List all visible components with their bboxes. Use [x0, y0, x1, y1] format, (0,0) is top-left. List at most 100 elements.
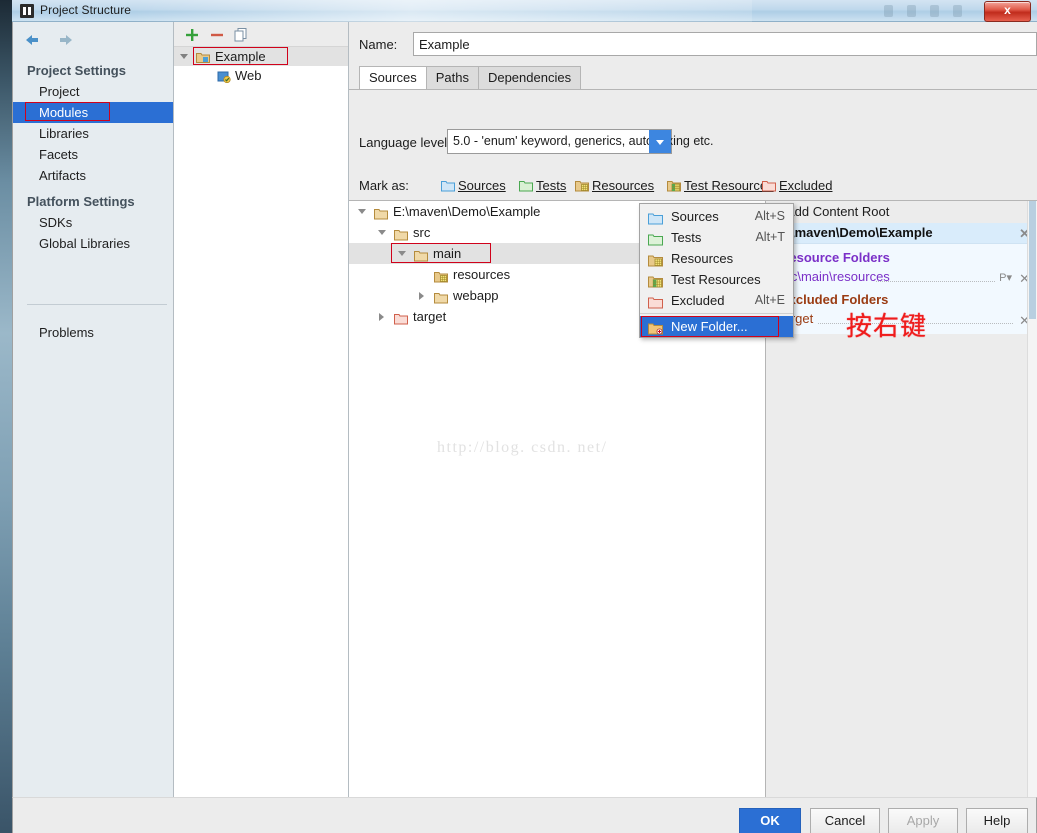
- folder-resources-icon: [648, 252, 663, 267]
- content-roots-scrollbar[interactable]: [1027, 201, 1037, 816]
- context-menu-item-shortcut: Alt+T: [755, 230, 785, 244]
- tree-row-label: src: [413, 225, 431, 240]
- module-name-input[interactable]: [413, 32, 1037, 56]
- folder-tan-icon: [374, 205, 388, 220]
- forward-arrow-icon[interactable]: [55, 30, 77, 50]
- context-menu-item-resources[interactable]: Resources: [640, 248, 793, 269]
- modules-highlight-box: [25, 102, 110, 121]
- chevron-down-icon[interactable]: [378, 230, 386, 235]
- context-menu-item-shortcut: Alt+E: [754, 293, 785, 307]
- module-tabs: Sources Paths Dependencies: [359, 66, 582, 90]
- apply-button: Apply: [888, 808, 958, 833]
- module-list-column: Example Web: [174, 22, 349, 797]
- desktop-smudge-icon: [953, 5, 962, 17]
- folder-red-icon: [394, 310, 408, 325]
- chevron-right-icon[interactable]: [379, 313, 384, 321]
- sidebar-group-project-settings: Project Settings: [27, 63, 126, 78]
- sidebar-item-project[interactable]: Project: [13, 81, 173, 102]
- folder-red-icon: [762, 180, 776, 192]
- context-menu-item-label: Sources: [671, 209, 719, 224]
- module-tree-label: Example: [215, 49, 266, 64]
- context-menu-separator: [640, 313, 793, 314]
- module-tree-row-web[interactable]: Web: [174, 66, 348, 85]
- module-tree-row-example[interactable]: Example: [174, 47, 348, 66]
- dotted-leader: [876, 280, 995, 282]
- context-menu-item-excluded[interactable]: Excluded Alt+E: [640, 290, 793, 311]
- folder-blue-icon: [648, 210, 663, 225]
- content-roots-panel: Add Content Root E:\maven\Demo\Example ✕…: [766, 200, 1037, 817]
- desktop-smudge-icon: [884, 5, 893, 17]
- sidebar-item-facets[interactable]: Facets: [13, 144, 173, 165]
- annotation-right-click: 按右键: [846, 312, 928, 342]
- context-menu-item-test-resources[interactable]: Test Resources: [640, 269, 793, 290]
- folder-resources-icon: [575, 180, 589, 192]
- chevron-down-icon[interactable]: [649, 130, 671, 153]
- resource-folder-entry[interactable]: src\main\resources P▾ ✕: [766, 267, 1037, 286]
- tab-dependencies[interactable]: Dependencies: [477, 66, 582, 89]
- context-menu-item-shortcut: Alt+S: [754, 209, 785, 223]
- folder-tan-icon: [434, 289, 448, 304]
- add-content-root-button[interactable]: Add Content Root: [766, 201, 1037, 223]
- titlebar-glass-highlight: [132, 0, 752, 22]
- scrollbar-thumb[interactable]: [1029, 201, 1036, 319]
- window-titlebar: Project Structure x: [12, 0, 1037, 22]
- chevron-down-icon[interactable]: [180, 54, 188, 59]
- mark-as-label: Mark as:: [359, 178, 409, 193]
- mark-as-test-resources-label: Test Resources: [684, 178, 774, 193]
- module-tree-label: Web: [235, 68, 262, 83]
- web-facet-icon: [217, 69, 231, 84]
- sidebar-item-problems[interactable]: Problems: [13, 322, 199, 343]
- context-menu-item-label: Tests: [671, 230, 702, 245]
- language-level-select[interactable]: 5.0 - 'enum' keyword, generics, autoboxi…: [447, 129, 713, 154]
- context-menu-item-label: Resources: [671, 251, 734, 266]
- chevron-down-icon[interactable]: [358, 209, 366, 214]
- chevron-right-icon[interactable]: [419, 292, 424, 300]
- close-window-button[interactable]: x: [984, 1, 1031, 22]
- sidebar-item-artifacts[interactable]: Artifacts: [13, 165, 173, 186]
- desktop-smudge-icon: [907, 5, 916, 17]
- context-menu-item-label: Excluded: [671, 293, 725, 308]
- mark-as-tests-label: Tests: [536, 178, 567, 193]
- context-menu-item-sources[interactable]: Sources Alt+S: [640, 206, 793, 227]
- context-menu-item-new-folder[interactable]: New Folder...: [640, 316, 793, 337]
- folder-tan-icon: [394, 226, 408, 241]
- add-module-button[interactable]: [183, 26, 201, 44]
- tab-paths[interactable]: Paths: [425, 66, 479, 89]
- tree-row-label: main: [433, 246, 462, 261]
- chevron-down-icon[interactable]: [398, 251, 406, 256]
- folder-blue-icon: [441, 180, 455, 192]
- project-structure-window: Project Structure x Project Settings Pro…: [12, 0, 1037, 833]
- help-button[interactable]: Help: [966, 808, 1028, 833]
- folder-test-resources-icon: [667, 180, 681, 192]
- sidebar-item-libraries[interactable]: Libraries: [13, 123, 173, 144]
- cancel-button[interactable]: Cancel: [810, 808, 880, 833]
- language-level-value: 5.0 - 'enum' keyword, generics, autoboxi…: [453, 134, 714, 148]
- ok-button[interactable]: OK: [739, 808, 801, 833]
- copy-icon[interactable]: [232, 26, 250, 44]
- sidebar-item-modules[interactable]: Modules: [13, 102, 173, 123]
- back-arrow-icon[interactable]: [23, 30, 45, 50]
- desktop-background-strip: [0, 0, 12, 833]
- sidebar-item-global-libraries[interactable]: Global Libraries: [13, 233, 173, 254]
- tab-sources[interactable]: Sources: [359, 66, 427, 89]
- folder-green-icon: [519, 180, 533, 192]
- folder-test-resources-icon: [648, 273, 663, 288]
- language-level-label: Language level:: [359, 135, 451, 150]
- window-title: Project Structure: [40, 3, 132, 17]
- module-name-label: Name:: [359, 37, 398, 52]
- module-icon: [196, 50, 210, 63]
- folder-green-icon: [648, 231, 663, 246]
- properties-icon[interactable]: P▾: [999, 269, 1012, 288]
- sidebar-item-sdks[interactable]: SDKs: [13, 212, 173, 233]
- context-menu-item-label: New Folder...: [671, 319, 748, 334]
- add-content-root-label: Add Content Root: [786, 204, 890, 219]
- context-menu: Sources Alt+S Tests Alt+T Resources Test…: [639, 203, 794, 338]
- desktop-smudge-icon: [930, 5, 939, 17]
- context-menu-item-tests[interactable]: Tests Alt+T: [640, 227, 793, 248]
- remove-module-button[interactable]: [208, 26, 226, 44]
- resource-folder-path: src\main\resources: [780, 269, 890, 284]
- tree-row-label: resources: [453, 267, 511, 282]
- new-folder-icon: [648, 320, 663, 335]
- settings-sidebar: Project Settings Project Modules Librari…: [13, 22, 174, 797]
- window-content: Project Settings Project Modules Librari…: [12, 22, 1037, 817]
